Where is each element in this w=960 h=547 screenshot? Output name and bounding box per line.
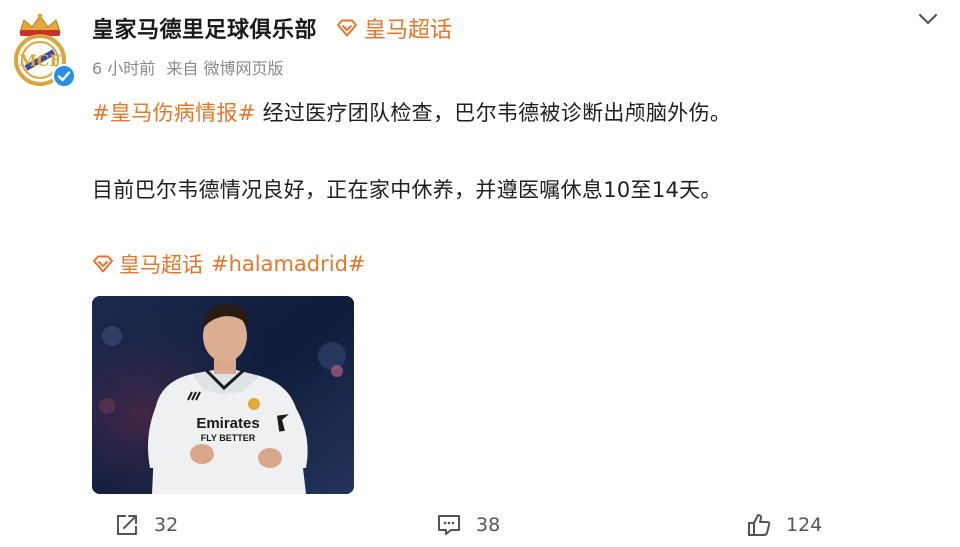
comment-icon xyxy=(438,515,460,535)
player-photo: Emirates FLY BETTER xyxy=(92,296,354,494)
topic-tag-link[interactable]: 皇马超话 xyxy=(336,12,452,44)
post-time[interactable]: 6 小时前 xyxy=(92,59,155,78)
diamond-icon xyxy=(337,19,357,37)
hashtag-link-halamadrid[interactable]: #halamadrid# xyxy=(211,252,366,276)
shirt-sponsor-sub: FLY BETTER xyxy=(201,433,256,443)
post-source: 来自 微博网页版 xyxy=(166,59,284,78)
post-tags: 皇马超话 #halamadrid# xyxy=(92,249,366,279)
post-text-line-1: #皇马伤病情报# 经过医疗团队检查，巴尔韦德被诊断出颅脑外伤。 xyxy=(92,97,731,127)
topic-link[interactable]: 皇马超话 xyxy=(92,249,203,279)
like-count: 124 xyxy=(786,514,823,536)
verified-badge-icon xyxy=(52,64,76,88)
share-button[interactable]: 32 xyxy=(114,512,178,538)
share-count: 32 xyxy=(154,514,179,536)
hashtag-link[interactable]: #皇马伤病情报# xyxy=(92,101,256,125)
post-text-line-2: 目前巴尔韦德情况良好，正在家中休养，并遵医嘱休息10至14天。 xyxy=(92,178,722,202)
shirt-sponsor: Emirates xyxy=(196,415,259,432)
post-photo[interactable]: Emirates FLY BETTER xyxy=(92,296,354,494)
topic-link-label: 皇马超话 xyxy=(119,253,203,277)
diamond-icon xyxy=(93,255,113,273)
account-name[interactable]: 皇家马德里足球俱乐部 xyxy=(92,12,317,44)
thumbs-up-icon xyxy=(748,514,771,536)
comment-count: 38 xyxy=(476,514,501,536)
chevron-down-icon[interactable] xyxy=(914,8,942,30)
like-button[interactable]: 124 xyxy=(746,512,822,538)
share-icon xyxy=(117,515,137,535)
comment-button[interactable]: 38 xyxy=(436,512,500,538)
topic-tag-label: 皇马超话 xyxy=(364,18,453,43)
post-text: 经过医疗团队检查，巴尔韦德被诊断出颅脑外伤。 xyxy=(255,101,732,125)
avatar[interactable]: MCF xyxy=(6,10,76,88)
weibo-post: MCF 皇家马德里足球俱乐部 皇马超话 6 小时前 来自 微博网页版 #皇马伤病… xyxy=(0,0,960,547)
post-meta: 6 小时前 来自 微博网页版 xyxy=(92,55,289,79)
